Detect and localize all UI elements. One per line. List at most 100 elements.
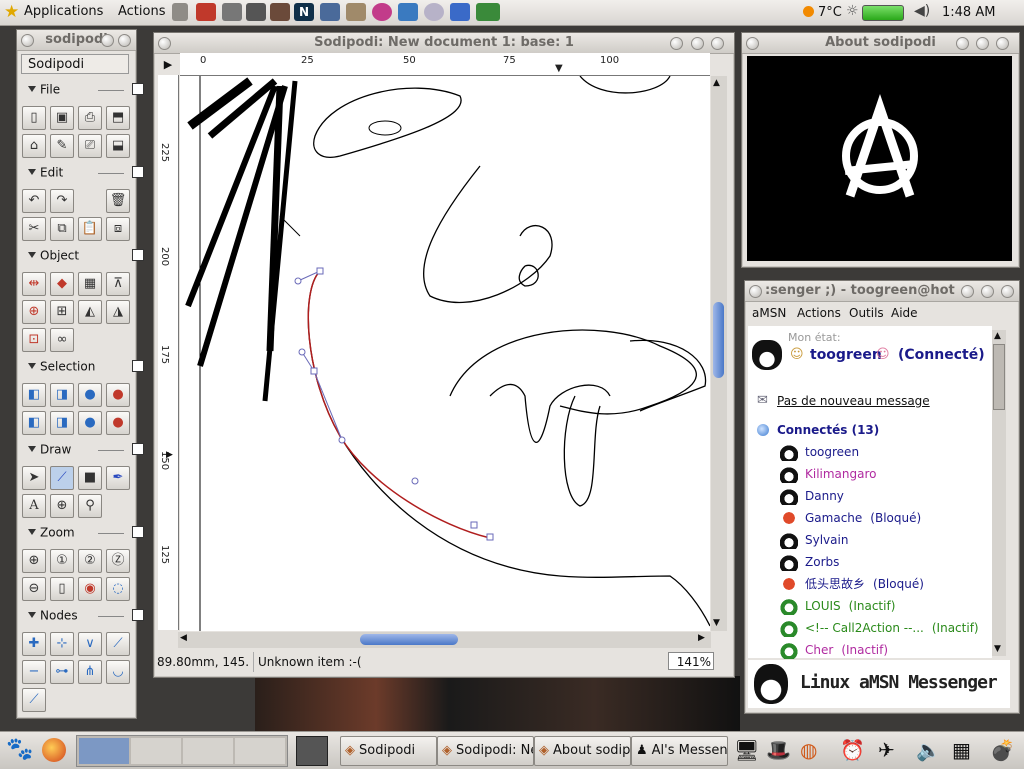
duplicate-icon[interactable]: ⧈: [106, 217, 130, 241]
zoom-selection-icon[interactable]: ◌: [106, 577, 130, 601]
maximize-button[interactable]: [981, 285, 994, 298]
speaker-icon[interactable]: 🔈: [916, 738, 941, 762]
lower-to-bottom-icon[interactable]: ●: [106, 383, 130, 407]
copy-icon[interactable]: ⧉: [50, 217, 74, 241]
task-sodipodi[interactable]: ◈ Sodipodi: [340, 736, 437, 766]
contact-row[interactable]: LOUIS (Inactif): [805, 596, 895, 616]
zoom-1-1-icon[interactable]: ①: [50, 549, 74, 573]
clock[interactable]: 1:48 AM: [942, 5, 995, 20]
zoom-tool-icon[interactable]: ⊕: [50, 494, 74, 518]
workspace-1[interactable]: [79, 738, 129, 764]
volume-icon[interactable]: [172, 3, 188, 21]
scroll-down-icon[interactable]: ▼: [994, 644, 1001, 654]
folder-icon[interactable]: [346, 3, 366, 21]
rotate-icon[interactable]: ⊕: [22, 300, 46, 324]
node-edit-icon[interactable]: ⟋: [50, 466, 74, 490]
symmetric-node-icon[interactable]: ⟋: [22, 688, 46, 712]
menu-actions[interactable]: Actions: [797, 306, 841, 320]
save-icon[interactable]: ▣: [50, 106, 74, 130]
text-icon[interactable]: A: [22, 494, 46, 518]
battery-meter[interactable]: [862, 5, 904, 21]
menu-aide[interactable]: Aide: [891, 306, 918, 320]
maximize-button[interactable]: [976, 37, 989, 50]
contact-row[interactable]: Zorbs: [805, 552, 847, 572]
task-messenger[interactable]: ♟ Al's Messen: [631, 736, 728, 766]
scroll-left-icon[interactable]: ◀: [180, 633, 187, 643]
select-arrow-icon[interactable]: ➤: [22, 466, 46, 490]
smooth-node-icon[interactable]: ⟋: [106, 632, 130, 656]
edit-section-header[interactable]: Edit: [26, 165, 144, 181]
task-about-sodipodi[interactable]: ◈ About sodip: [534, 736, 631, 766]
workspace-4[interactable]: [235, 738, 285, 764]
workspace-3[interactable]: [183, 738, 233, 764]
minimize-button[interactable]: [670, 37, 683, 50]
toolbox-titlebar[interactable]: sodipodi: [17, 30, 136, 51]
open-icon[interactable]: ⌂: [22, 134, 46, 158]
about-titlebar[interactable]: About sodipodi: [742, 33, 1019, 54]
close-button[interactable]: [118, 34, 131, 47]
new-document-icon[interactable]: ▯: [22, 106, 46, 130]
detach-icon[interactable]: [132, 609, 144, 621]
network-icon[interactable]: [196, 3, 216, 21]
calculator-icon[interactable]: ▦: [952, 738, 971, 762]
scroll-down-icon[interactable]: ▼: [713, 618, 720, 628]
flip-vertical-icon[interactable]: ◭: [78, 300, 102, 324]
bird-icon[interactable]: [450, 3, 470, 21]
minimize-button[interactable]: [961, 285, 974, 298]
scroll-up-icon[interactable]: ▲: [994, 331, 1001, 341]
minimize-button[interactable]: [956, 37, 969, 50]
gnome-foot-icon[interactable]: 🐾: [6, 737, 33, 762]
draw-section-header[interactable]: Draw: [26, 442, 144, 458]
menu-amsn[interactable]: aMSN: [752, 306, 786, 320]
horizontal-scrollbar[interactable]: ◀ ▶: [178, 632, 711, 648]
lower-icon[interactable]: ●: [78, 383, 102, 407]
close-button[interactable]: [711, 37, 724, 50]
my-state[interactable]: (Connecté): [898, 347, 985, 363]
insert-node-icon[interactable]: ✚: [22, 632, 46, 656]
face-icon[interactable]: [222, 3, 242, 21]
export-icon[interactable]: ⬒: [106, 106, 130, 130]
cut-icon[interactable]: ✂: [22, 217, 46, 241]
zoom-2-1-icon[interactable]: Ⓩ: [106, 549, 130, 573]
detach-icon[interactable]: [132, 166, 144, 178]
scroll-thumb[interactable]: [713, 302, 724, 378]
zoom-page-icon[interactable]: ▯: [50, 577, 74, 601]
contact-row[interactable]: <!-- Call2Action --... (Inactif): [805, 618, 979, 638]
join-nodes-icon[interactable]: ⊶: [50, 660, 74, 684]
contact-row[interactable]: Sylvain: [805, 530, 856, 550]
ungroup-icon[interactable]: ◨: [50, 411, 74, 435]
drawing-canvas[interactable]: [180, 76, 710, 631]
trash-icon[interactable]: 🗑: [106, 189, 130, 213]
print-icon[interactable]: ⎙: [78, 106, 102, 130]
group-icon[interactable]: ▦: [78, 272, 102, 296]
scroll-thumb[interactable]: [993, 344, 1005, 410]
applications-menu[interactable]: Applications: [24, 4, 103, 19]
editor-titlebar[interactable]: Sodipodi: New document 1: base: 1: [154, 33, 734, 54]
contact-list-scrollbar[interactable]: ▲ ▼: [992, 330, 1006, 656]
redo-icon[interactable]: ↷: [50, 189, 74, 213]
combine-icon[interactable]: ●: [78, 411, 102, 435]
object-section-header[interactable]: Object: [26, 248, 144, 264]
transform-icon[interactable]: ⊞: [50, 300, 74, 324]
workspace-switcher[interactable]: [76, 735, 288, 767]
minimize-button[interactable]: [101, 34, 114, 47]
computer-icon[interactable]: 🖥: [734, 738, 759, 762]
raise-icon[interactable]: ◨: [50, 383, 74, 407]
network-tool-icon[interactable]: ✈: [878, 738, 895, 762]
contact-row[interactable]: Gamache (Bloqué): [805, 508, 921, 528]
windows-icon[interactable]: [320, 3, 340, 21]
actions-menu[interactable]: Actions: [118, 4, 166, 19]
menu-arrow-button[interactable]: ▶: [158, 55, 178, 75]
flip-horizontal-icon[interactable]: ⇹: [22, 272, 46, 296]
selection-section-header[interactable]: Selection: [26, 359, 144, 375]
break-apart-icon[interactable]: ●: [106, 411, 130, 435]
firefox-launcher-icon[interactable]: [42, 738, 66, 762]
make-line-icon[interactable]: ⋔: [78, 660, 102, 684]
clock-launcher-icon[interactable]: ⏰: [840, 738, 865, 762]
bomb-icon[interactable]: 💣: [990, 738, 1015, 762]
contact-row[interactable]: toogreen: [805, 442, 867, 462]
cd-icon[interactable]: [424, 3, 444, 21]
delete-node-icon[interactable]: −: [22, 660, 46, 684]
netscape-icon[interactable]: N: [294, 3, 314, 21]
messenger-titlebar[interactable]: :senger ;) - toogreen@hotm: [745, 281, 1019, 302]
